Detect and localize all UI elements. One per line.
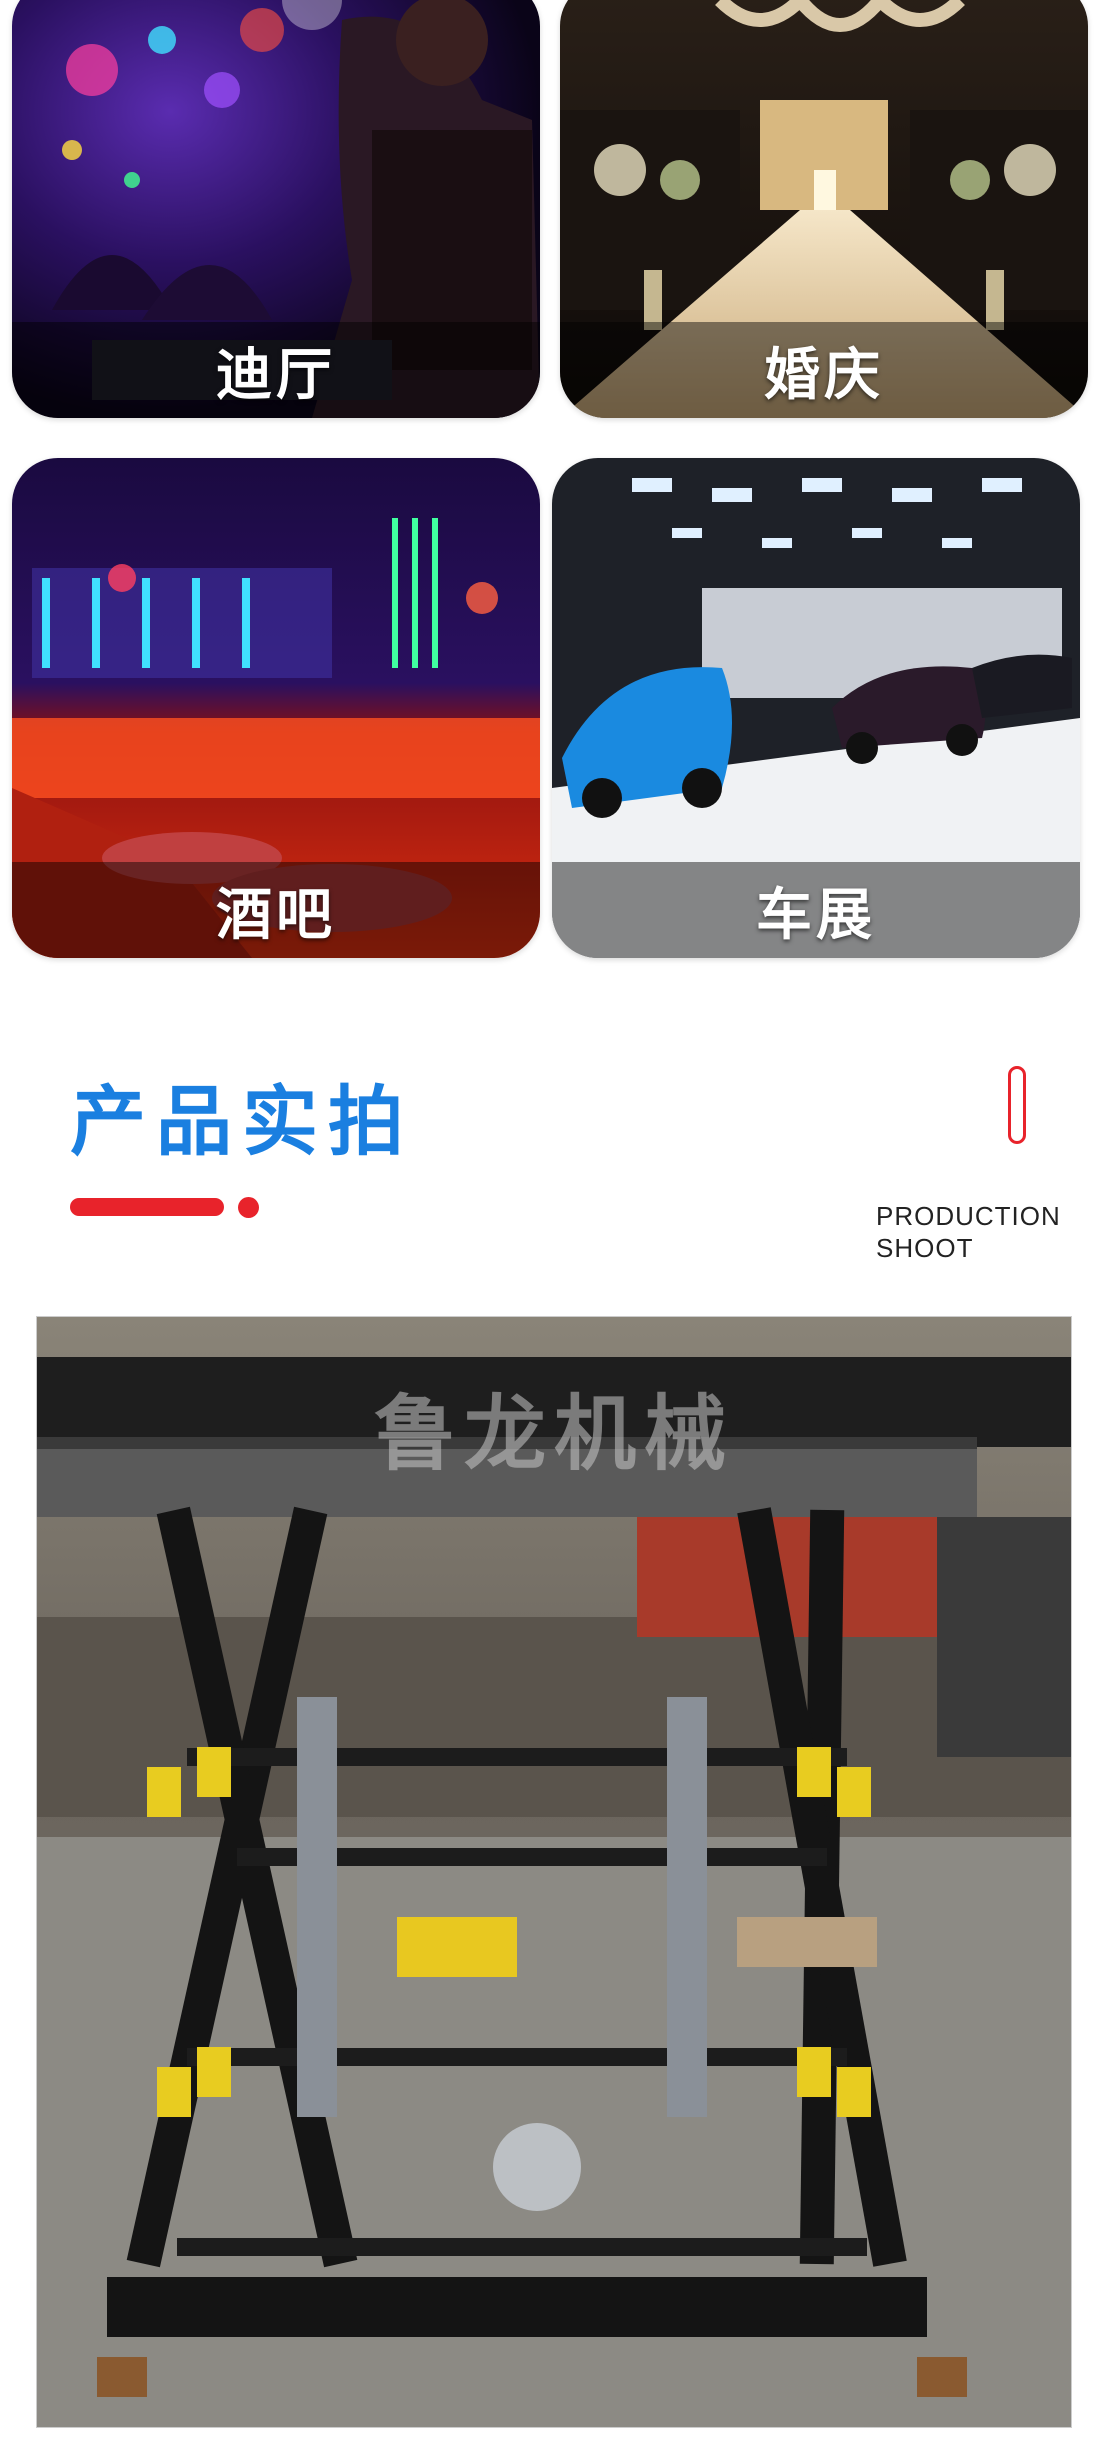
- venue-label-autoshow: 车展: [756, 882, 876, 948]
- venue-card-disco: 迪厅: [12, 0, 540, 418]
- accent-bar: [70, 1198, 224, 1216]
- accent-pill: [1008, 1066, 1026, 1144]
- subtitle-line-2: SHOOT: [876, 1233, 974, 1263]
- venue-card-bar: 酒吧: [12, 458, 540, 958]
- venue-label-wedding: 婚庆: [764, 342, 884, 408]
- accent-dot: [238, 1197, 259, 1218]
- product-photo: 鲁龙机械: [36, 1316, 1072, 2428]
- section-subtitle: PRODUCTION SHOOT: [876, 1200, 1061, 1264]
- venue-card-wedding: 婚庆: [560, 0, 1088, 418]
- venue-label-disco: 迪厅: [216, 342, 336, 408]
- watermark-text: 鲁龙机械: [373, 1387, 734, 1482]
- venue-card-autoshow: 车展: [552, 458, 1080, 958]
- subtitle-line-1: PRODUCTION: [876, 1201, 1061, 1231]
- section-title: 产品实拍: [70, 1077, 414, 1166]
- venue-label-bar: 酒吧: [216, 882, 336, 948]
